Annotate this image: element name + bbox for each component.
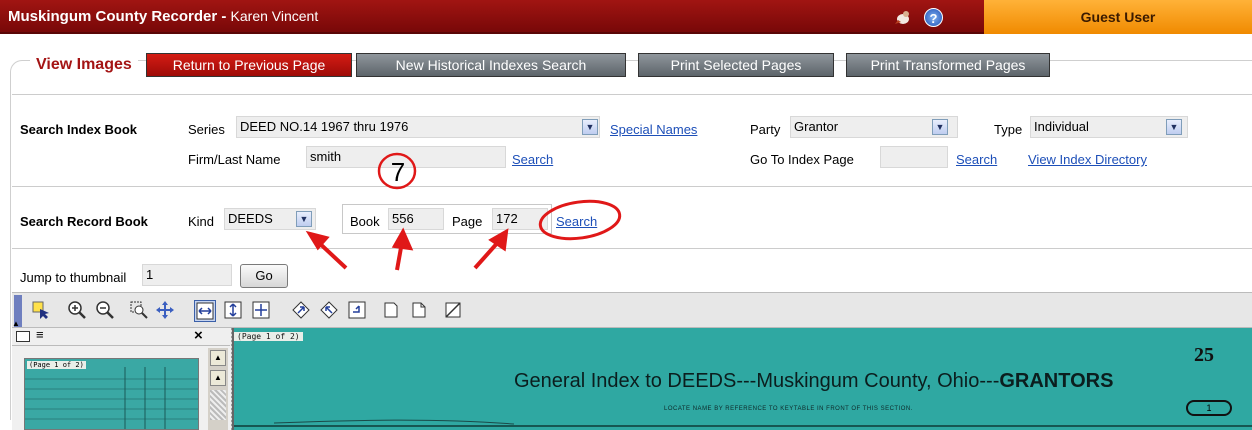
document-viewer[interactable]: (Page 1 of 2) 25 General Index to DEEDS-… [232,328,1252,430]
flip-icon[interactable] [346,300,368,322]
zoom-in-icon[interactable] [66,300,88,322]
special-names-link[interactable]: Special Names [610,122,697,137]
guest-user-label[interactable]: Guest User [984,0,1252,34]
page-label: Page [452,214,483,229]
chevron-down-icon[interactable]: ▼ [296,211,312,227]
go-to-index-page-input[interactable] [880,146,948,168]
fit-width-icon[interactable] [194,300,216,322]
new-historical-search-button[interactable]: New Historical Indexes Search [356,53,626,77]
print-selected-pages-button[interactable]: Print Selected Pages [638,53,834,77]
chevron-down-icon[interactable]: ▼ [1166,119,1182,135]
pan-icon[interactable] [154,300,176,322]
page-root: Muskingum County Recorder - Karen Vincen… [0,0,1252,430]
series-select[interactable]: DEED NO.14 1967 thru 1976 [236,116,600,138]
thumbnail-image[interactable]: (Page 1 of 2) [24,358,199,430]
print-transformed-pages-button[interactable]: Print Transformed Pages [846,53,1050,77]
chevron-down-icon[interactable]: ▼ [932,119,948,135]
divider [12,94,1252,95]
close-icon[interactable]: × [194,327,203,344]
view-images-title: View Images [30,56,138,74]
thumbnail-scrollbar[interactable]: ▲ ▲ [208,348,228,430]
thumbnail-header: ≡ × [12,327,230,346]
invert-icon[interactable] [442,300,464,322]
fit-page-icon[interactable] [250,300,272,322]
step-number: 7 [390,157,406,187]
divider [12,186,1252,187]
search-record-book-label: Search Record Book [20,214,148,229]
nav-row: View Images Return to Previous Page New … [0,46,1252,82]
select-pointer-icon[interactable] [30,300,52,322]
single-view-icon[interactable] [16,331,30,342]
book-input[interactable]: 556 [388,208,444,230]
scroll-top-icon[interactable]: ▲ [210,350,226,366]
list-view-icon[interactable]: ≡ [36,327,44,342]
go-to-index-search-link[interactable]: Search [956,152,997,167]
go-button[interactable]: Go [240,264,288,288]
bird-icon[interactable] [894,8,912,26]
scroll-up-icon[interactable]: ▲ [210,370,226,386]
book-label: Book [350,214,380,229]
header-bar: Muskingum County Recorder - Karen Vincen… [0,0,1252,34]
index-search-link[interactable]: Search [512,152,553,167]
search-index-book-label: Search Index Book [20,122,138,137]
help-icon[interactable]: ? [924,8,943,27]
series-label: Series [188,122,225,137]
user-name: Karen Vincent [230,8,319,24]
divider [12,248,1252,249]
title-separator: - [217,8,231,25]
type-label: Type [994,122,1023,137]
zoom-out-icon[interactable] [94,300,116,322]
thumbnail-lines [25,367,198,429]
image-toolbar: ▲ [12,292,1252,328]
return-previous-page-button[interactable]: Return to Previous Page [146,53,352,77]
jump-to-thumbnail-input[interactable]: 1 [142,264,232,286]
zoom-area-icon[interactable] [128,300,150,322]
document-rule-lines [234,419,1252,427]
header-icons: ? [894,8,943,27]
scroll-thumb[interactable] [210,390,226,420]
page-fold-icon[interactable] [408,300,430,322]
app-title: Muskingum County Recorder - Karen Vincen… [8,8,318,25]
thumbnail-panel: ≡ × (Page 1 of 2) ▲ ▲ [12,327,235,430]
firm-last-name-label: Firm/Last Name [188,152,281,167]
fit-height-icon[interactable] [222,300,244,322]
page-icon[interactable] [380,300,402,322]
type-select[interactable]: Individual [1030,116,1188,138]
party-label: Party [750,122,781,137]
app-title-text: Muskingum County Recorder [8,8,218,25]
jump-to-thumbnail-label: Jump to thumbnail [20,270,127,285]
chevron-down-icon[interactable]: ▼ [582,119,598,135]
kind-label: Kind [188,214,215,229]
record-search-link[interactable]: Search [556,214,597,229]
rotate-left-icon[interactable] [318,300,340,322]
go-to-index-page-label: Go To Index Page [750,152,854,167]
page-input[interactable]: 172 [492,208,548,230]
view-index-directory-link[interactable]: View Index Directory [1028,152,1147,167]
rotate-right-icon[interactable] [290,300,312,322]
